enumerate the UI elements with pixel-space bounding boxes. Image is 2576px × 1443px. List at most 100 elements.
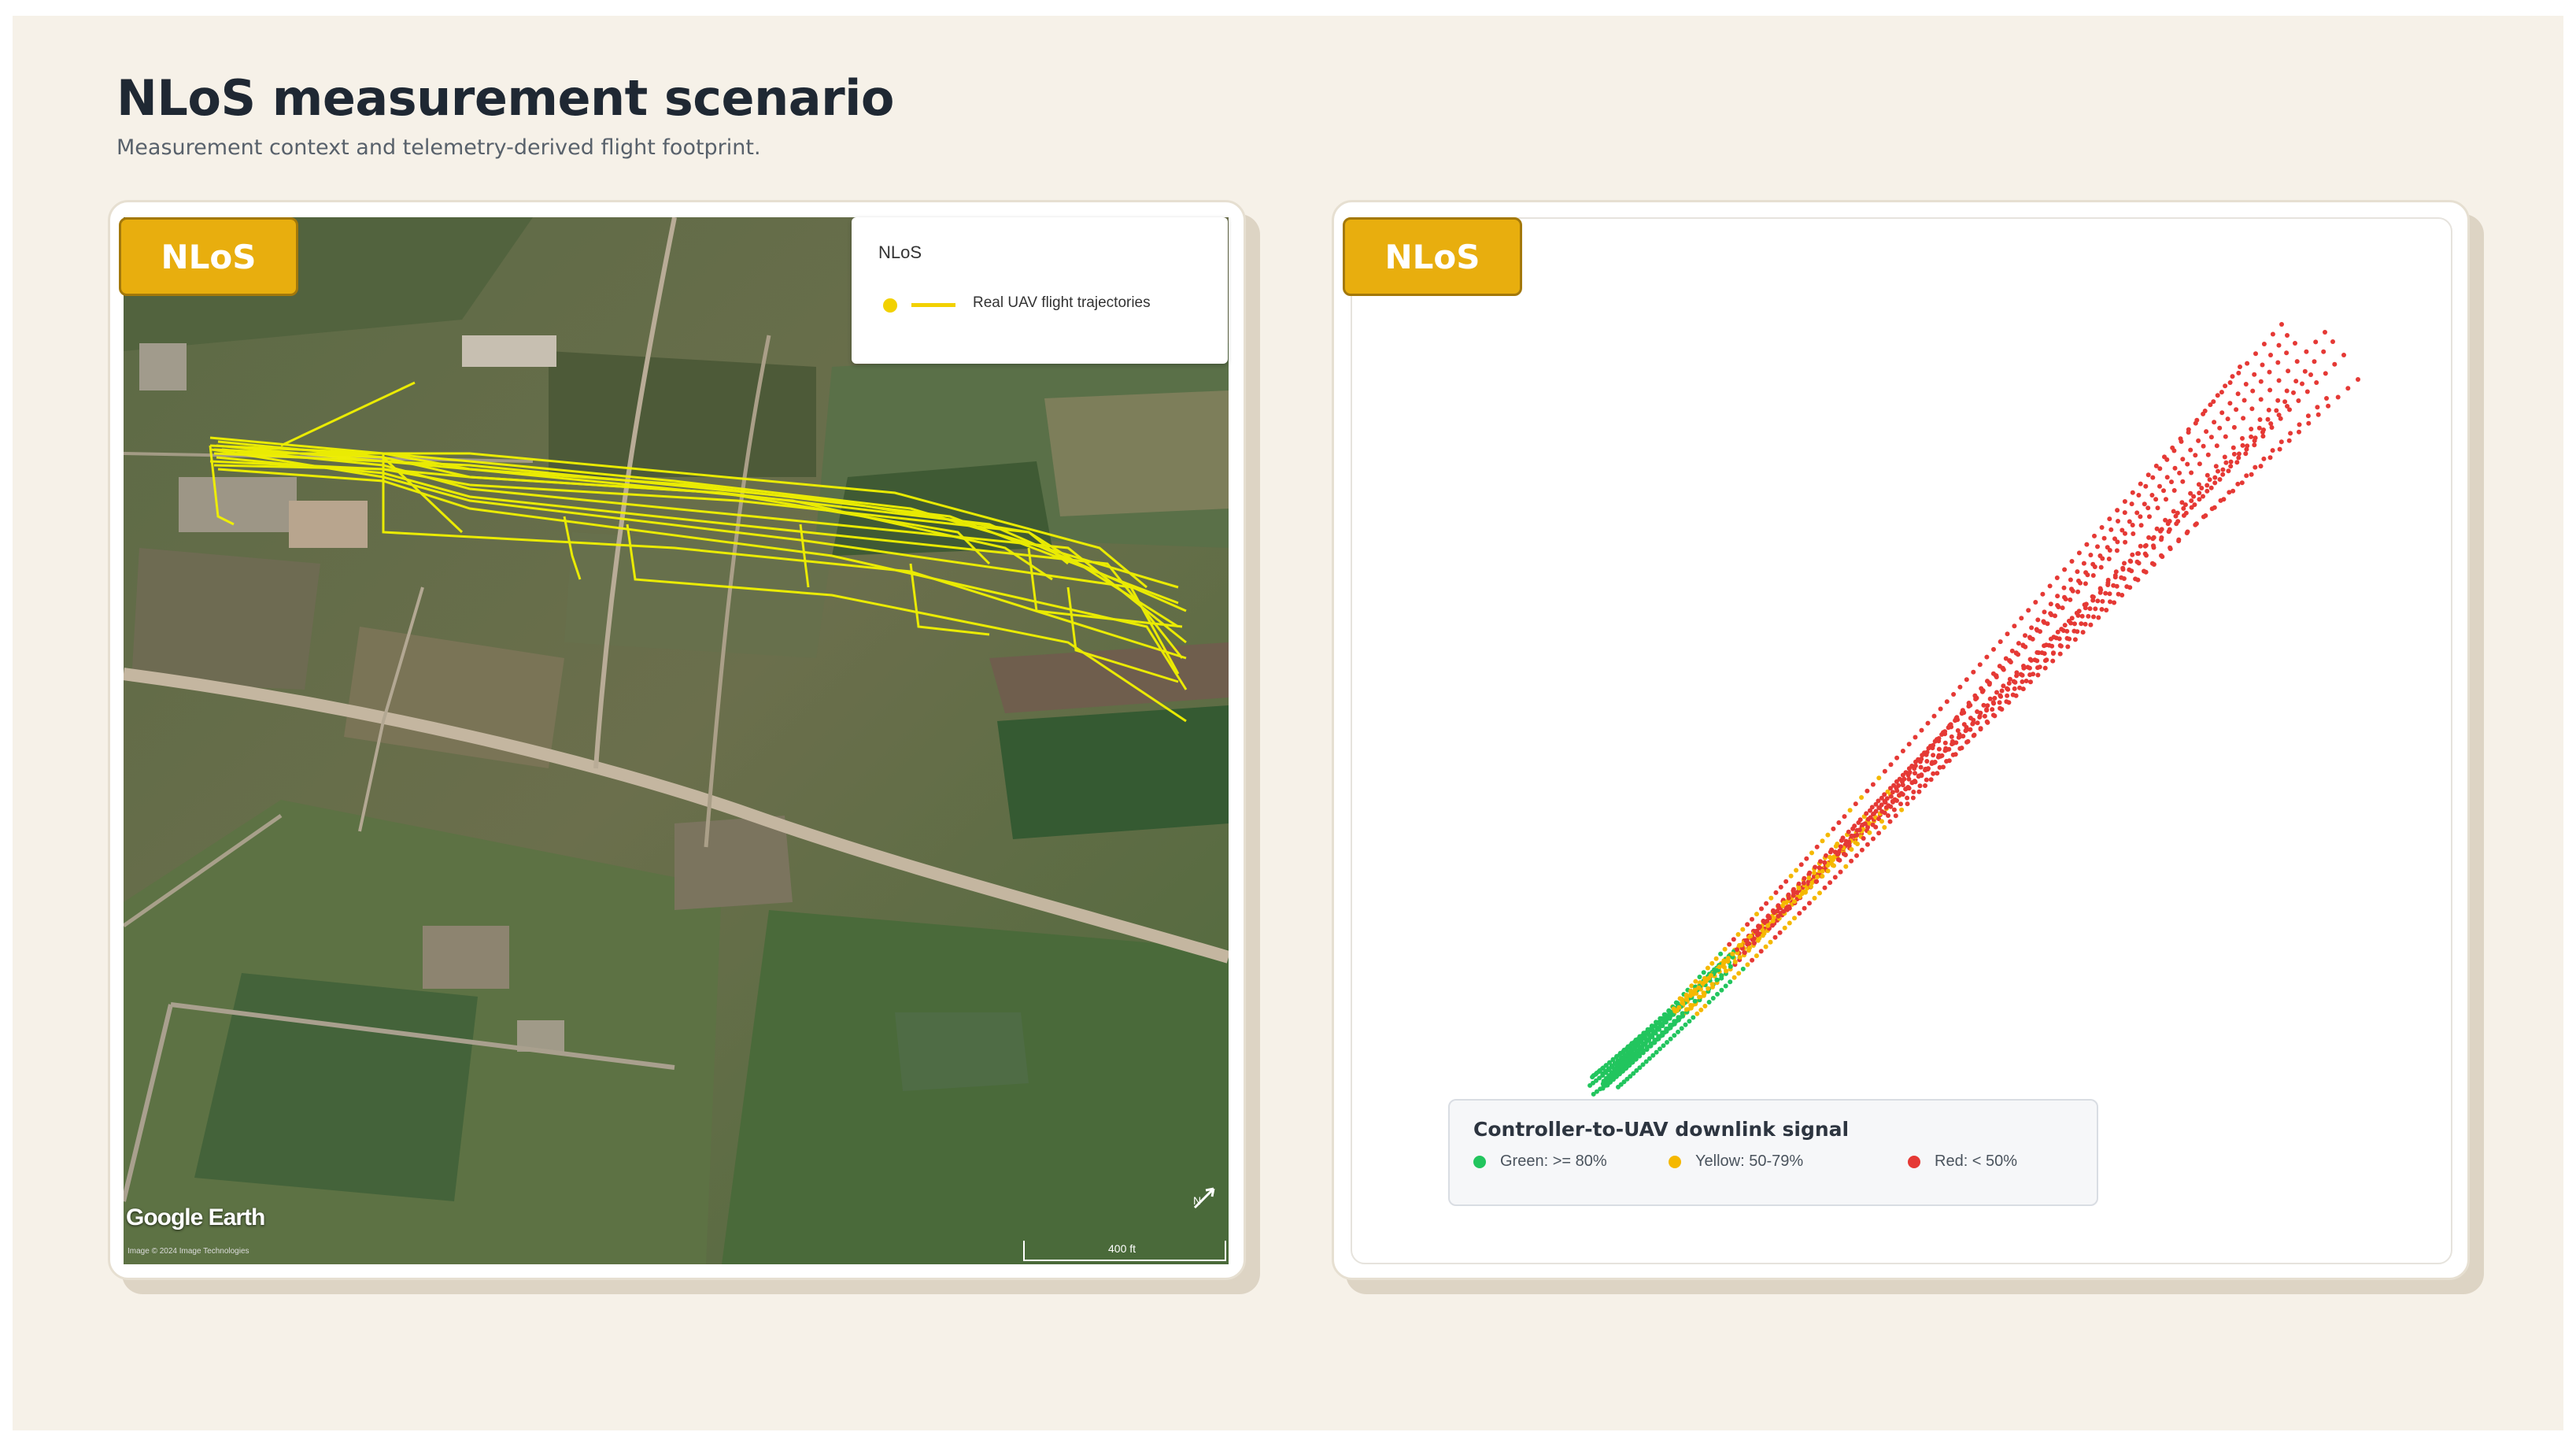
- trajectory-point: [1990, 700, 1996, 705]
- trajectory-point: [1781, 901, 1787, 905]
- trajectory-point: [2300, 381, 2304, 387]
- trajectory-point: [2004, 699, 2009, 705]
- trajectory-point: [2230, 374, 2235, 379]
- trajectory-point: [1977, 713, 1983, 719]
- trajectory-point: [1849, 833, 1854, 838]
- trajectory-point: [1938, 706, 1943, 712]
- trajectory-point: [1776, 913, 1781, 919]
- trajectory-point: [1991, 646, 1996, 652]
- trajectory-point: [1718, 951, 1724, 956]
- trajectory-point: [1709, 982, 1715, 987]
- trajectory-point: [1838, 844, 1843, 849]
- nlos-badge-left: NLoS: [119, 217, 298, 296]
- trajectory-point: [1802, 905, 1807, 911]
- trajectory-point: [2123, 539, 2128, 545]
- trajectory-point: [2053, 635, 2059, 641]
- trajectory-point: [1842, 853, 1848, 857]
- trajectory-point: [2068, 620, 2074, 626]
- trajectory-point: [2285, 333, 2290, 338]
- trajectory-point: [2288, 431, 2293, 436]
- trajectory-point: [1802, 889, 1808, 894]
- trajectory-point: [2107, 548, 2112, 553]
- trajectory-point: [2231, 424, 2237, 430]
- trajectory-point: [1676, 1005, 1682, 1010]
- trajectory-point: [1781, 908, 1787, 914]
- trajectory-point: [1882, 792, 1887, 797]
- trajectory-point: [1847, 808, 1853, 813]
- trajectory-point: [2081, 561, 2086, 566]
- trajectory-point: [2042, 609, 2047, 615]
- trajectory-point: [1701, 990, 1706, 996]
- trajectory-point: [1762, 919, 1767, 925]
- trajectory-point: [2056, 605, 2061, 609]
- trajectory-point: [2138, 523, 2144, 528]
- trajectory-point: [2184, 531, 2190, 535]
- trajectory-point: [2023, 644, 2028, 649]
- trajectory-point: [1706, 986, 1711, 991]
- legend-label-yellow: Yellow: 50-79%: [1695, 1153, 1804, 1170]
- trajectory-point: [1913, 734, 1918, 740]
- trajectory-point: [2294, 359, 2300, 364]
- trajectory-point: [2304, 389, 2310, 394]
- trajectory-point: [1730, 951, 1735, 956]
- trajectory-point: [2189, 505, 2194, 510]
- trajectory-point: [2131, 531, 2136, 536]
- trajectory-point: [2235, 391, 2241, 397]
- north-arrow-icon[interactable]: N: [1187, 1181, 1221, 1215]
- trajectory-point: [1924, 759, 1930, 764]
- trajectory-point: [1843, 838, 1849, 844]
- trajectory-point: [2296, 398, 2301, 403]
- trajectory-point: [2144, 553, 2149, 558]
- trajectory-point: [2249, 434, 2254, 439]
- trajectory-point: [1650, 1030, 1656, 1036]
- trajectory-point: [2220, 467, 2226, 472]
- svg-text:N: N: [1193, 1194, 1201, 1207]
- trajectory-point: [1692, 998, 1698, 1004]
- trajectory-point: [2021, 664, 2026, 668]
- trajectory-point: [1815, 874, 1820, 879]
- trajectory-point: [2216, 468, 2220, 474]
- trajectory-point: [1886, 813, 1890, 818]
- trajectory-point: [1723, 983, 1728, 989]
- trajectory-point: [2115, 508, 2120, 513]
- trajectory-point: [1879, 819, 1884, 824]
- map-legend-label: Real UAV flight trajectories: [973, 294, 1151, 311]
- trajectory-point: [2197, 461, 2202, 467]
- trajectory-point: [2197, 490, 2202, 496]
- trajectory-point: [2114, 583, 2120, 589]
- trajectory-point: [2191, 494, 2197, 499]
- trajectory-point: [2108, 527, 2114, 532]
- trajectory-point: [2276, 378, 2282, 383]
- trajectory-point: [2241, 416, 2246, 421]
- trajectory-point: [1637, 1044, 1643, 1049]
- trajectory-point: [2172, 465, 2178, 471]
- trajectory-point: [2204, 429, 2209, 435]
- trajectory-point: [1745, 922, 1750, 927]
- trajectory-point: [1754, 953, 1759, 959]
- trajectory-point: [1788, 873, 1794, 879]
- trajectory-point: [1787, 904, 1791, 909]
- trajectory-point: [2236, 451, 2242, 457]
- trajectory-point: [2161, 488, 2166, 494]
- trajectory-point: [2112, 573, 2118, 578]
- trajectory-point: [1931, 742, 1936, 748]
- satellite-map[interactable]: [124, 217, 1229, 1264]
- trajectory-point: [1853, 801, 1858, 807]
- trajectory-point: [1710, 996, 1716, 1001]
- trajectory-point: [1757, 924, 1762, 930]
- trajectory-point: [1637, 1051, 1643, 1056]
- trajectory-point: [1728, 964, 1733, 969]
- trajectory-point: [2130, 490, 2135, 495]
- trajectory-point: [1770, 918, 1776, 923]
- trajectory-point: [1876, 798, 1881, 804]
- trajectory-point: [2265, 416, 2271, 422]
- trajectory-point: [2151, 562, 2157, 567]
- trajectory-point: [1987, 696, 1993, 701]
- trajectory-point: [2275, 398, 2281, 403]
- trajectory-point: [1998, 705, 2003, 711]
- trajectory-point: [2079, 613, 2085, 619]
- trajectory-point: [2253, 464, 2258, 470]
- trajectory-point: [2114, 548, 2120, 553]
- trajectory-point: [1643, 1030, 1648, 1035]
- trajectory-point: [1882, 768, 1887, 774]
